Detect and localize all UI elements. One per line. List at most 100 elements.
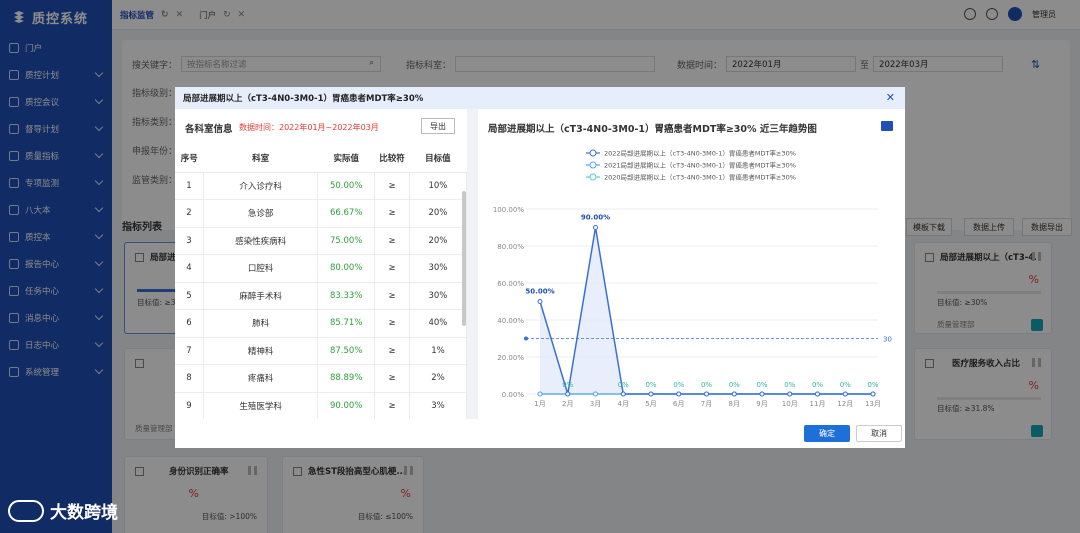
cell-actual: 50.00%	[317, 172, 376, 200]
cell-operator: ≥	[374, 282, 410, 310]
legend-marker	[589, 173, 597, 181]
cell-operator: ≥	[374, 364, 410, 393]
cell-target: 30%	[409, 254, 468, 283]
x-tick-label: 3月	[590, 400, 601, 408]
col-target: 目标值	[409, 145, 467, 173]
y-tick-label: 80.00%	[497, 243, 524, 251]
cell-index: 9	[175, 392, 205, 420]
table-row[interactable]: 1 介入诊疗科 50.00% ≥10%	[175, 172, 468, 200]
data-point	[593, 391, 598, 397]
legend-label: 2020局部进展期以上（cT3-4N0-3M0-1）胃癌患者MDT率≥30%	[604, 173, 796, 182]
cancel-button[interactable]: 取消	[856, 425, 902, 442]
data-label: 0%	[784, 381, 795, 389]
cell-dept: 精神科	[203, 337, 319, 365]
print-icon[interactable]	[881, 121, 893, 131]
cell-dept: 急诊部	[203, 199, 319, 228]
table-row[interactable]: 3 感染性疾病科 75.00% ≥20%	[175, 227, 468, 255]
watermark-logo-icon	[8, 499, 44, 522]
cell-target: 20%	[409, 199, 468, 228]
data-point	[704, 391, 709, 397]
y-tick-label: 0.00%	[502, 391, 525, 399]
target-line-start	[524, 336, 528, 341]
data-point	[593, 225, 598, 230]
cell-target: 20%	[409, 227, 468, 255]
cell-dept: 肺科	[203, 309, 319, 338]
y-tick-label: 40.00%	[497, 317, 524, 325]
data-label: 0%	[673, 381, 684, 389]
table-row[interactable]: 8 疼痛科 88.89% ≥2%	[175, 364, 468, 393]
cell-operator: ≥	[374, 337, 410, 365]
data-point	[537, 391, 543, 397]
dept-table: 序号 科室 实际值 比较符 目标值 1 介入诊疗科 50.00% ≥10% 2 急诊部 66…	[175, 145, 468, 420]
cell-actual: 83.33%	[317, 282, 376, 310]
table-row[interactable]: 6 肺科 85.71% ≥40%	[175, 309, 468, 338]
table-row[interactable]: 7 精神科 87.50% ≥1%	[175, 337, 468, 365]
y-tick-label: 100.00%	[493, 206, 524, 214]
table-row[interactable]: 2 急诊部 66.67% ≥20%	[175, 199, 468, 228]
data-point	[787, 391, 793, 397]
dept-info-title: 各科室信息	[185, 124, 233, 135]
x-tick-label: 4月	[618, 400, 629, 408]
data-point	[759, 391, 765, 397]
data-label: 0%	[729, 381, 740, 389]
cell-dept: 麻醉手术科	[203, 282, 319, 310]
cell-target: 30%	[409, 282, 468, 310]
x-tick-label: 10月	[782, 400, 798, 408]
table-row[interactable]: 9 生殖医学科 90.00% ≥3%	[175, 392, 468, 420]
cell-operator: ≥	[374, 392, 410, 420]
col-actual: 实际值	[317, 145, 375, 173]
cell-operator: ≥	[374, 172, 410, 200]
data-point	[620, 391, 626, 397]
cell-index: 6	[175, 309, 205, 338]
trend-modal: 局部进展期以上（cT3-4N0-3M0-1）胃癌患者MDT率≥30% ✕ 各科室…	[175, 87, 905, 448]
confirm-button[interactable]: 确定	[804, 425, 850, 442]
table-header-row: 序号 科室 实际值 比较符 目标值	[175, 145, 467, 173]
dept-info-panel: 各科室信息 数据时间：2022年01月~2022年03月 导出 序号 科室 实际…	[175, 109, 468, 420]
cell-target: 10%	[409, 172, 468, 200]
data-point	[648, 391, 654, 397]
data-label: 0%	[562, 381, 573, 389]
cell-target: 40%	[409, 309, 468, 338]
legend-label: 2022局部进展期以上（cT3-4N0-3M0-1）胃癌患者MDT率≥30%	[604, 149, 796, 158]
cell-index: 2	[175, 199, 205, 228]
export-button[interactable]: 导出	[421, 118, 455, 134]
cell-dept: 感染性疾病科	[203, 227, 319, 255]
chart-title: 局部进展期以上（cT3-4N0-3M0-1）胃癌患者MDT率≥30% 近三年趋势…	[488, 124, 817, 135]
data-point	[815, 391, 820, 397]
data-label: 0%	[812, 381, 823, 389]
modal-header: 局部进展期以上（cT3-4N0-3M0-1）胃癌患者MDT率≥30% ✕	[175, 87, 905, 109]
data-range: 数据时间：2022年01月~2022年03月	[239, 123, 379, 132]
cell-target: 1%	[409, 337, 468, 365]
trend-chart: 2022局部进展期以上（cT3-4N0-3M0-1）胃癌患者MDT率≥30% 20…	[493, 149, 892, 409]
cell-dept: 口腔科	[203, 254, 319, 283]
table-row[interactable]: 4 口腔科 80.00% ≥30%	[175, 254, 468, 283]
cell-index: 8	[175, 364, 205, 393]
cell-index: 5	[175, 282, 205, 310]
close-icon[interactable]: ✕	[886, 91, 895, 104]
cell-dept: 生殖医学科	[203, 392, 319, 420]
x-tick-label: 9月	[756, 400, 767, 408]
table-scrollbar[interactable]	[462, 191, 466, 326]
cell-index: 1	[175, 172, 205, 200]
cell-index: 7	[175, 337, 205, 365]
col-index: 序号	[175, 145, 204, 173]
watermark-text: 大数跨境	[50, 503, 118, 523]
data-label: 0%	[840, 381, 851, 389]
data-point	[842, 391, 848, 397]
data-point	[731, 391, 737, 397]
cell-operator: ≥	[374, 199, 410, 228]
watermark: 大数跨境	[8, 498, 118, 523]
cell-actual: 75.00%	[317, 227, 376, 255]
x-tick-label: 11月	[810, 400, 826, 408]
legend-marker	[589, 161, 597, 169]
x-tick-label: 2月	[562, 400, 573, 408]
y-tick-label: 20.00%	[497, 354, 524, 362]
data-label: 90.00%	[581, 214, 610, 222]
table-row[interactable]: 5 麻醉手术科 83.33% ≥30%	[175, 282, 468, 310]
x-tick-label: 1月	[534, 400, 545, 408]
trend-chart-panel: 局部进展期以上（cT3-4N0-3M0-1）胃癌患者MDT率≥30% 近三年趋势…	[478, 109, 905, 419]
data-label: 50.00%	[525, 288, 554, 296]
series-area	[540, 227, 873, 394]
cell-actual: 66.67%	[317, 199, 376, 228]
cell-actual: 88.89%	[317, 364, 376, 393]
